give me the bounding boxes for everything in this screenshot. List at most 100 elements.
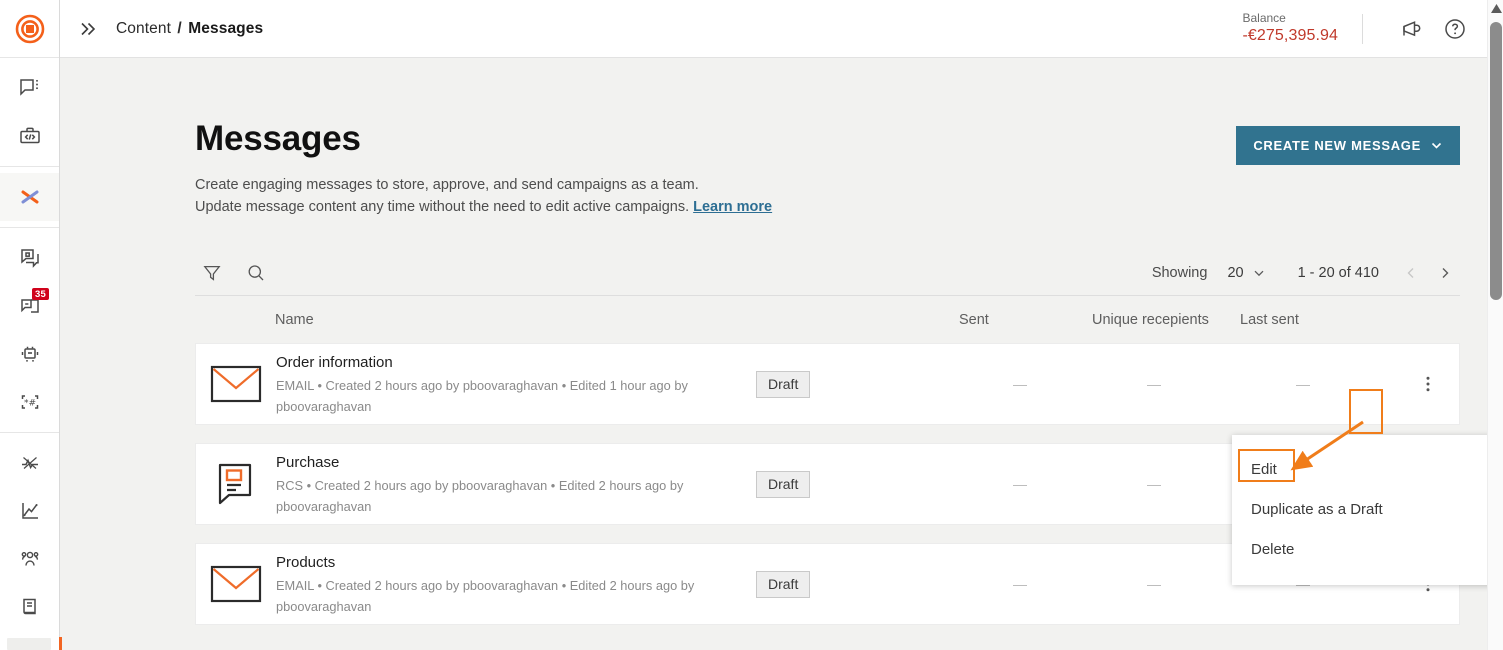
page-header: Messages Create engaging messages to sto…	[195, 118, 1460, 218]
showing-label: Showing	[1152, 265, 1208, 281]
page-subtitle: Create engaging messages to store, appro…	[195, 174, 1236, 218]
row-meta: EMAIL • Created 2 hours ago by pboovarag…	[276, 375, 746, 417]
chevron-right-icon	[1438, 266, 1452, 280]
row-name: Products	[276, 552, 746, 573]
sidebar-item-content[interactable]	[0, 234, 59, 282]
row-status: Draft	[756, 571, 960, 598]
row-text: Products EMAIL • Created 2 hours ago by …	[276, 552, 756, 617]
announcements-button[interactable]	[1389, 17, 1433, 41]
left-navigation-rail: 35 *#	[0, 0, 60, 650]
column-header-last-sent: Last sent	[1240, 312, 1360, 328]
sidebar-item-developer[interactable]	[0, 112, 59, 160]
top-bar-right: Balance -€275,395.94	[1242, 0, 1503, 57]
create-new-message-button[interactable]: CREATE NEW MESSAGE	[1236, 126, 1460, 165]
table-row[interactable]: Order information EMAIL • Created 2 hour…	[195, 343, 1460, 425]
learn-more-link[interactable]: Learn more	[693, 199, 772, 215]
row-unique-recipients: —	[1080, 476, 1228, 492]
chevron-down-icon	[1430, 139, 1443, 152]
filter-button[interactable]	[195, 256, 229, 290]
pulse-compass-icon	[18, 451, 42, 475]
context-menu-delete[interactable]: Delete	[1232, 529, 1503, 569]
pagination-range: 1 - 20 of 410	[1298, 265, 1379, 281]
status-badge: Draft	[756, 571, 810, 598]
line-chart-icon	[18, 499, 42, 523]
sidebar-item-monitoring[interactable]	[0, 439, 59, 487]
vertical-scrollbar[interactable]	[1487, 0, 1503, 650]
pager-buttons	[1401, 261, 1455, 285]
rail-group-4	[0, 433, 59, 637]
row-actions-button[interactable]	[1397, 374, 1459, 394]
search-button[interactable]	[239, 256, 273, 290]
rail-bottom-placeholder	[0, 636, 60, 650]
copy-message-icon	[18, 246, 42, 270]
help-button[interactable]	[1433, 17, 1477, 41]
kebab-menu-icon	[1418, 374, 1438, 394]
row-unique-recipients: —	[1080, 576, 1228, 592]
sidebar-item-audience[interactable]	[0, 535, 59, 583]
row-type-icon	[196, 460, 276, 508]
app-logo[interactable]	[0, 0, 59, 58]
context-menu-duplicate[interactable]: Duplicate as a Draft	[1232, 489, 1503, 529]
row-sent: —	[960, 376, 1080, 392]
rcs-chat-icon	[212, 460, 260, 508]
row-type-icon	[196, 363, 276, 405]
book-icon	[18, 595, 42, 619]
sidebar-item-keywords[interactable]: *#	[0, 378, 59, 426]
page-subtitle-line1: Create engaging messages to store, appro…	[195, 177, 699, 193]
funnel-filter-icon	[202, 263, 222, 283]
row-type-icon	[196, 563, 276, 605]
row-meta: RCS • Created 2 hours ago by pboovaragha…	[276, 475, 746, 517]
svg-text:*#: *#	[24, 398, 36, 408]
app-root: 35 *#	[0, 0, 1503, 650]
row-status: Draft	[756, 471, 960, 498]
chat-more-icon	[18, 76, 42, 100]
breadcrumb-separator: /	[177, 20, 181, 37]
rail-group-1	[0, 58, 59, 167]
rail-active-accent	[59, 637, 62, 650]
row-name: Order information	[276, 352, 746, 373]
scroll-up-arrow-icon[interactable]	[1491, 4, 1502, 13]
row-last-sent: —	[1228, 376, 1378, 392]
create-new-message-label: CREATE NEW MESSAGE	[1253, 138, 1421, 153]
search-icon	[246, 263, 266, 283]
sidebar-item-docs[interactable]	[0, 583, 59, 631]
context-menu-edit[interactable]: Edit	[1232, 449, 1503, 489]
megaphone-icon	[1399, 17, 1423, 41]
previous-page-button[interactable]	[1401, 261, 1421, 285]
top-bar: Content / Messages Balance -€275,395.94	[60, 0, 1503, 58]
question-circle-icon	[1443, 17, 1467, 41]
sidebar-item-conversations[interactable]	[0, 64, 59, 112]
asterisk-hash-icon: *#	[18, 390, 42, 414]
sidebar-item-journeys[interactable]	[0, 173, 59, 221]
balance-widget[interactable]: Balance -€275,395.94	[1242, 11, 1338, 46]
expand-sidebar-button[interactable]	[60, 18, 116, 40]
page-size-value: 20	[1227, 265, 1243, 281]
row-context-menu: Edit Duplicate as a Draft Delete	[1232, 435, 1503, 585]
row-meta: EMAIL • Created 2 hours ago by pboovarag…	[276, 575, 746, 617]
page-subtitle-line2: Update message content any time without …	[195, 199, 689, 215]
row-text: Order information EMAIL • Created 2 hour…	[276, 352, 756, 417]
balance-value: -€275,395.94	[1242, 26, 1338, 46]
rail-bottom-pill	[7, 638, 51, 650]
code-briefcase-icon	[18, 124, 42, 148]
scrollbar-thumb[interactable]	[1490, 22, 1502, 300]
pagination-controls: Showing 20 1 - 20 of 410	[1152, 261, 1460, 285]
inbox-badge-count: 35	[32, 288, 49, 300]
status-badge: Draft	[756, 471, 810, 498]
rail-group-3: 35 *#	[0, 228, 59, 433]
breadcrumb-parent[interactable]: Content	[116, 20, 171, 37]
people-group-icon	[18, 547, 42, 571]
target-logo-icon	[15, 14, 45, 44]
page-title: Messages	[195, 118, 1236, 160]
breadcrumb-current: Messages	[188, 20, 263, 37]
row-sent: —	[960, 576, 1080, 592]
email-envelope-icon	[210, 363, 262, 405]
next-page-button[interactable]	[1435, 261, 1455, 285]
sidebar-item-inbox[interactable]: 35	[0, 282, 59, 330]
topbar-divider	[1362, 14, 1363, 44]
sidebar-item-analytics[interactable]	[0, 487, 59, 535]
page-size-select[interactable]: 20	[1227, 265, 1264, 281]
sidebar-item-bots[interactable]	[0, 330, 59, 378]
column-header-unique-recipients: Unique recepients	[1092, 312, 1240, 328]
row-sent: —	[960, 476, 1080, 492]
